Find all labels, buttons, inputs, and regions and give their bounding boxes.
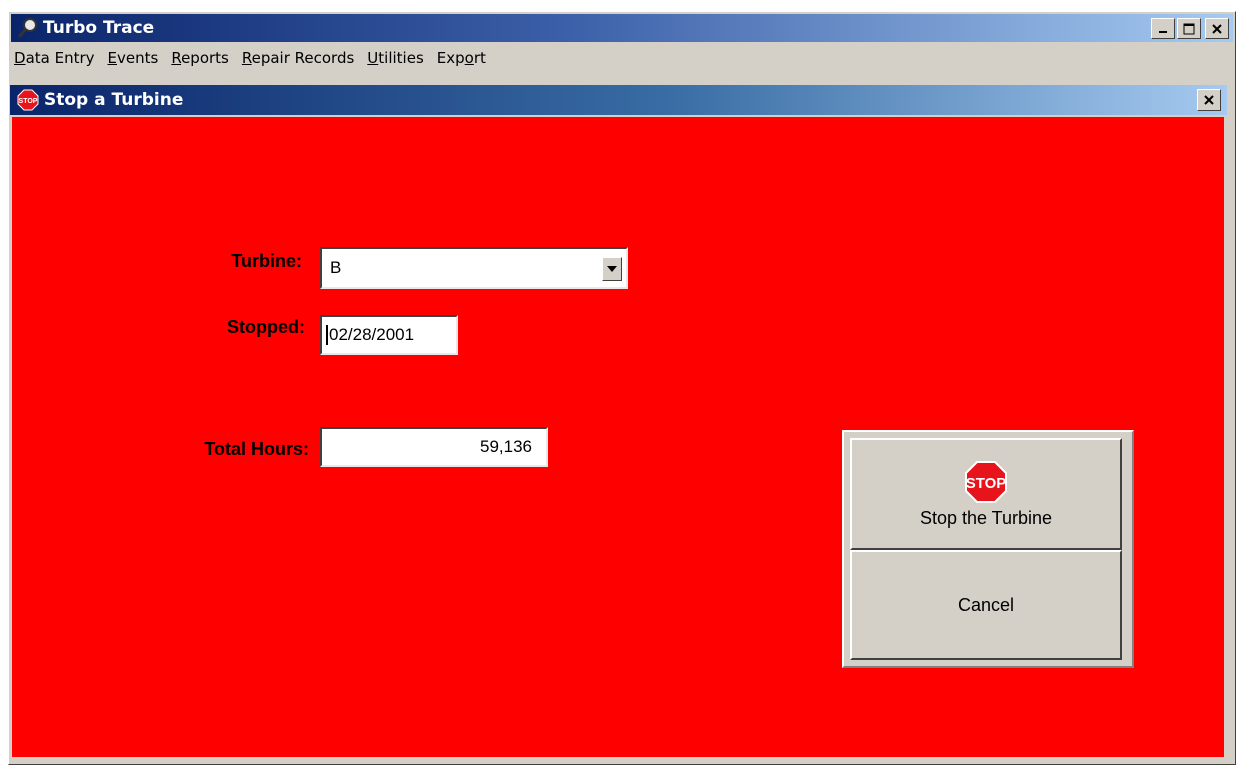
menu-repair-records[interactable]: Repair Records — [239, 49, 361, 67]
dropdown-arrow-icon[interactable] — [602, 257, 622, 281]
stop-turbine-label: Stop the Turbine — [919, 507, 1053, 528]
total-hours-label: Total Hours: — [204, 439, 309, 459]
stop-sign-icon: STOP — [17, 89, 39, 111]
minimize-button[interactable] — [1151, 18, 1175, 39]
text-cursor — [326, 325, 328, 345]
total-hours-value: 59,136 — [480, 437, 532, 456]
menu-utilities-rest: tilities — [378, 49, 424, 67]
turbine-value: B — [330, 258, 342, 277]
total-hours-input[interactable]: 59,136 — [320, 427, 548, 467]
menu-reports-rest: eports — [181, 49, 229, 67]
menu-export-rest: rt — [473, 49, 486, 67]
dialog-close-button[interactable] — [1197, 89, 1221, 111]
menu-repair-records-rest: epair Records — [251, 49, 355, 67]
dialog-title: Stop a Turbine — [44, 90, 184, 110]
app-title: Turbo Trace — [43, 18, 155, 38]
menu-events[interactable]: Events — [105, 49, 166, 67]
menu-bar: Data Entry Events Reports Repair Records… — [11, 44, 1233, 72]
stopped-date-input[interactable]: 02/28/2001 — [320, 315, 458, 355]
dialog-title-bar[interactable]: STOP Stop a Turbine — [10, 85, 1227, 115]
app-title-bar[interactable]: Turbo Trace — [11, 14, 1233, 42]
stop-turbine-window: STOP Stop a Turbine Turbine: B Stopped: … — [10, 85, 1227, 759]
menu-utilities[interactable]: Utilities — [364, 49, 430, 67]
stopped-value: 02/28/2001 — [329, 325, 415, 344]
stop-sign-icon: STOP — [965, 460, 1007, 503]
cancel-button[interactable]: Cancel — [850, 550, 1122, 660]
turbine-label: Turbine: — [231, 251, 302, 271]
close-button[interactable] — [1205, 18, 1229, 39]
svg-text:STOP: STOP — [19, 98, 38, 105]
action-button-panel: STOP Stop the Turbine Cancel — [842, 430, 1134, 668]
svg-text:STOP: STOP — [966, 475, 1007, 492]
menu-data-entry-rest: ata Entry — [25, 49, 95, 67]
menu-reports[interactable]: Reports — [168, 49, 236, 67]
stopped-label: Stopped: — [227, 317, 305, 337]
form-area: Turbine: B Stopped: 02/28/2001 Total Hou… — [12, 117, 1224, 757]
menu-events-rest: vents — [117, 49, 159, 67]
stop-turbine-button[interactable]: STOP Stop the Turbine — [850, 438, 1122, 550]
turbine-select[interactable]: B — [320, 247, 628, 289]
magnifier-wrench-icon — [17, 17, 39, 39]
menu-export[interactable]: Export — [434, 49, 493, 67]
menu-export-pre: Exp — [436, 49, 465, 67]
cancel-label: Cancel — [957, 594, 1015, 615]
menu-data-entry[interactable]: Data Entry — [11, 49, 102, 67]
maximize-button[interactable] — [1177, 18, 1201, 39]
